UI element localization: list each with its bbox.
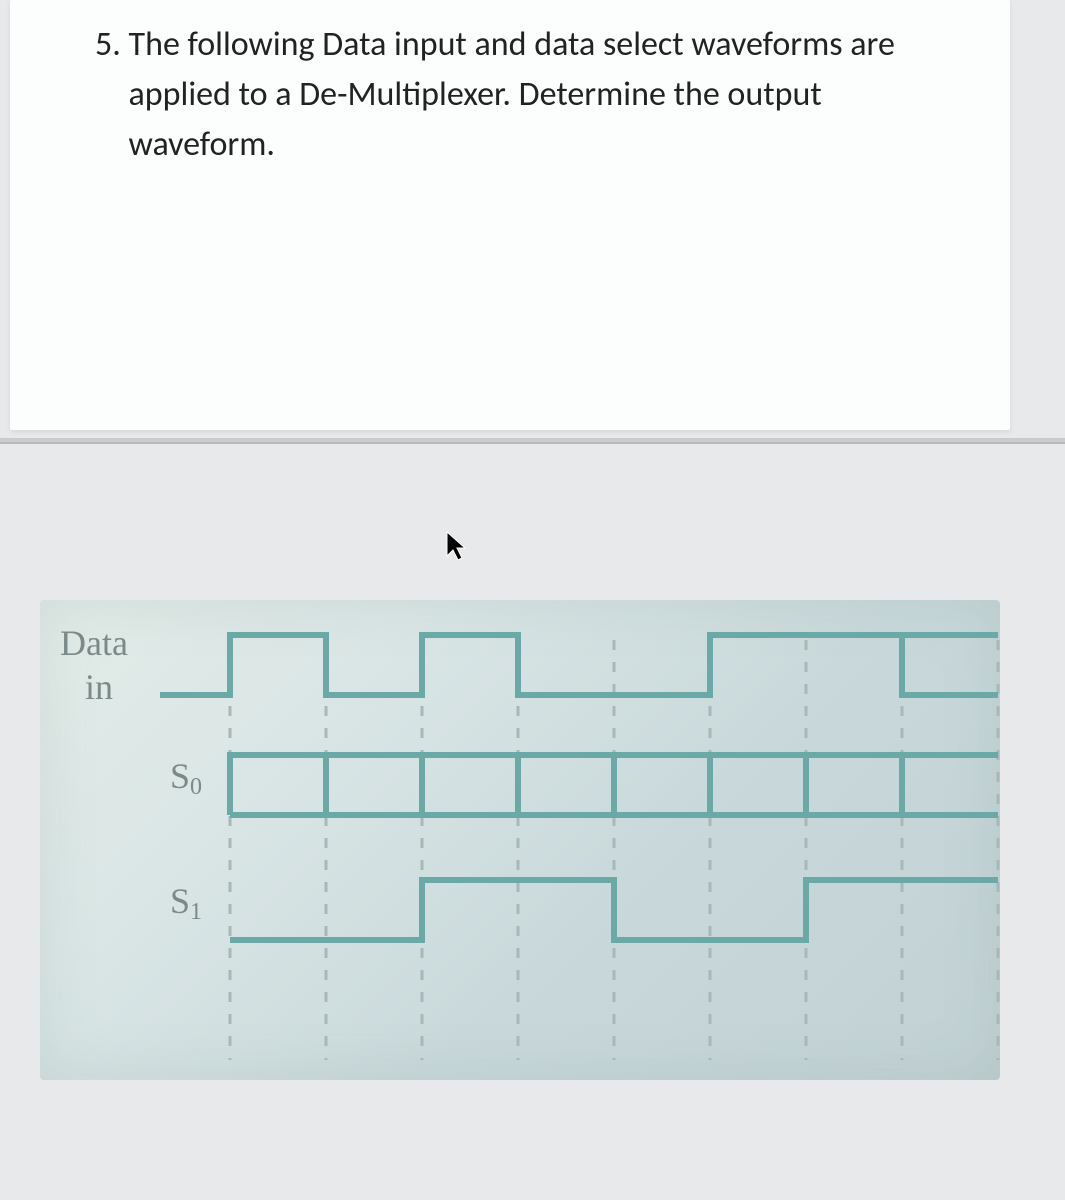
final-waves — [140, 620, 1000, 1070]
question-sheet: 5. The following Data input and data sel… — [10, 0, 1010, 430]
page: 5. The following Data input and data sel… — [0, 0, 1065, 1200]
question-line-2: applied to a De-Multiplexer. Determine t… — [129, 74, 822, 115]
question-number: 5. — [95, 24, 121, 65]
question-line-1: The following Data input and data select… — [129, 24, 895, 65]
question-line-3: waveform. — [129, 124, 275, 165]
timing-diagram: Data in S0 S1 — [40, 600, 1000, 1080]
waveforms-svg — [40, 600, 1000, 1080]
cursor-icon — [445, 530, 469, 562]
question-text: 5. The following Data input and data sel… — [95, 20, 995, 170]
separator-line — [0, 438, 1065, 444]
